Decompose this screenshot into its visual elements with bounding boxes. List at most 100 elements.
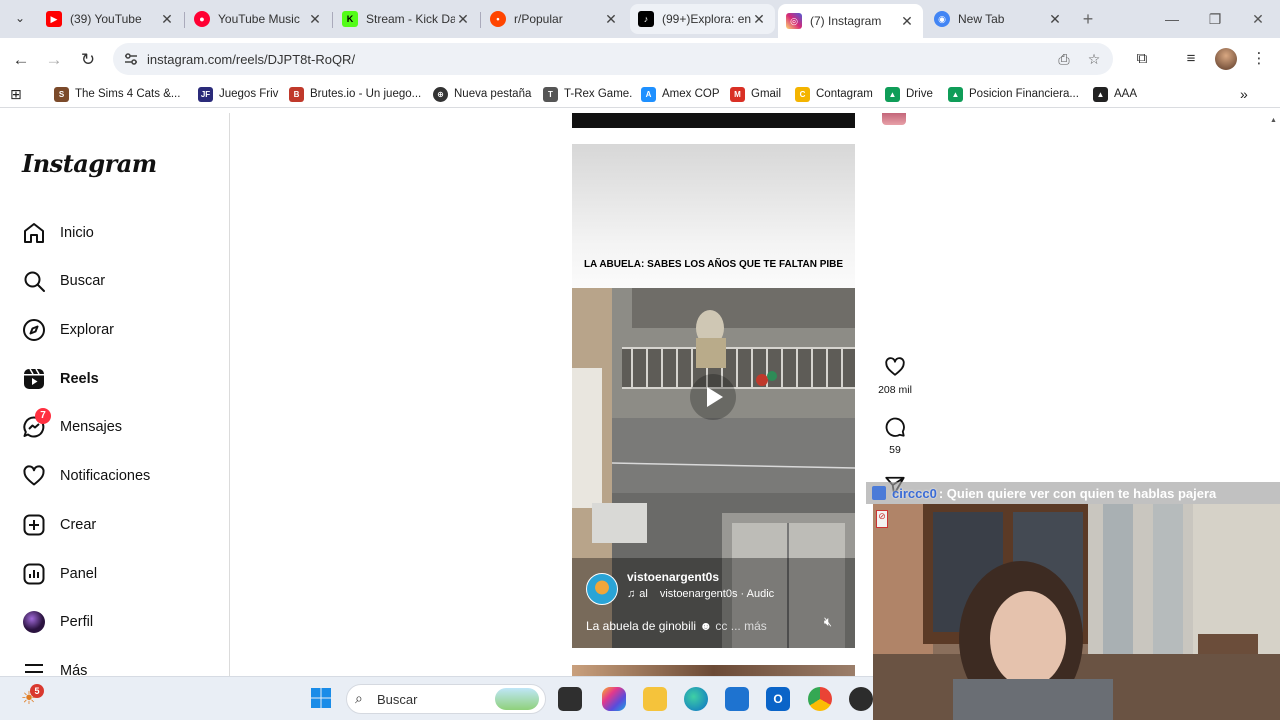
forward-arrow-icon[interactable]: →: [40, 46, 68, 74]
nav-messages[interactable]: 7 Mensajes: [22, 408, 122, 442]
new-tab-plus-icon[interactable]: +: [1074, 5, 1102, 33]
scrollbar-up-arrow-icon[interactable]: ▲: [1270, 117, 1278, 125]
close-tab-icon[interactable]: ✕: [455, 11, 471, 27]
close-tab-icon[interactable]: ✕: [307, 11, 323, 27]
copilot-icon[interactable]: [602, 687, 626, 711]
bookmark-gmail[interactable]: M Gmail: [730, 85, 781, 103]
close-tab-icon[interactable]: ✕: [603, 11, 619, 27]
address-bar[interactable]: instagram.com/reels/DJPT8t-RoQR/ ⎙ ☆: [113, 43, 1113, 75]
bookmark-label: Drive: [906, 88, 933, 100]
tab-tiktok[interactable]: ♪ (99+)Explora: en ✕: [630, 4, 775, 34]
creator-avatar[interactable]: [586, 573, 618, 605]
extensions-puzzle-icon[interactable]: ⧉: [1131, 48, 1153, 70]
bookmark-brutes[interactable]: B Brutes.io - Un juego...: [289, 85, 421, 103]
play-button[interactable]: [690, 374, 736, 420]
nav-home[interactable]: Inicio: [22, 218, 94, 248]
unread-messages-badge: 7: [35, 408, 51, 424]
brutes-icon: B: [289, 86, 304, 102]
reload-icon[interactable]: ↻: [74, 46, 102, 74]
creator-username[interactable]: vistoenargent0s: [627, 570, 719, 584]
obs-icon[interactable]: [849, 687, 873, 711]
nav-explore[interactable]: Explorar: [22, 315, 114, 345]
muted-speaker-icon[interactable]: 🔇︎: [819, 613, 837, 631]
nav-label: Reels: [60, 371, 99, 387]
audio-info[interactable]: ♫ al vistoenargent0s · Audic: [627, 588, 774, 600]
nav-profile[interactable]: Perfil: [22, 607, 93, 637]
minimize-window-icon[interactable]: —: [1152, 6, 1192, 32]
profile-avatar: [23, 611, 45, 633]
more-menu-icon[interactable]: ⋮: [1248, 48, 1270, 70]
edge-browser-icon[interactable]: [684, 687, 708, 711]
bookmark-contagram[interactable]: C Contagram: [795, 85, 873, 103]
friv-icon: JF: [198, 86, 213, 102]
nav-create[interactable]: Crear: [22, 510, 96, 540]
apps-grid-icon[interactable]: ⊞: [10, 85, 22, 103]
site-settings-icon[interactable]: [123, 51, 139, 67]
nav-label: Perfil: [60, 614, 94, 630]
contagram-icon: C: [795, 86, 810, 102]
comment-button[interactable]: 59: [875, 416, 915, 456]
file-explorer-icon[interactable]: [643, 687, 667, 711]
nav-reels[interactable]: Reels: [22, 364, 99, 394]
install-app-icon[interactable]: ⎙: [1055, 50, 1073, 68]
play-icon: [707, 387, 723, 407]
nav-more[interactable]: Más: [22, 656, 87, 676]
nav-label: Explorar: [60, 322, 114, 338]
bookmark-aaa[interactable]: ▲ AAA: [1093, 85, 1137, 103]
more-bookmarks-chevron-icon[interactable]: »: [1240, 85, 1248, 103]
close-tab-icon[interactable]: ✕: [751, 11, 767, 27]
microsoft-store-icon[interactable]: [725, 687, 749, 711]
comment-count: 59: [889, 444, 901, 456]
reel-video[interactable]: vistoenargent0s ♫ al vistoenargent0s · A…: [572, 288, 855, 648]
weather-badge: 5: [30, 684, 44, 698]
profile-avatar[interactable]: [1215, 48, 1237, 70]
nav-label: Panel: [60, 566, 98, 582]
windows-start-icon[interactable]: [310, 687, 332, 709]
reel-overlay-text: LA ABUELA: SABES LOS AÑOS QUE TE FALTAN …: [583, 259, 844, 270]
tab-reddit[interactable]: • r/Popular ✕: [482, 4, 627, 34]
previous-reel[interactable]: [572, 113, 855, 128]
heart-icon: [885, 357, 905, 376]
bookmark-nueva-pestana[interactable]: ⊕ Nueva pestaña: [433, 85, 531, 103]
bookmark-star-icon[interactable]: ☆: [1085, 50, 1103, 68]
nav-notifications[interactable]: Notificaciones: [22, 461, 150, 491]
audio-name: vistoenargent0s · Audic: [659, 588, 775, 600]
bookmark-posicion-financiera[interactable]: ▲ Posicion Financiera...: [948, 85, 1079, 103]
wall-sign-icon: ⊘: [876, 510, 888, 528]
back-arrow-icon[interactable]: ←: [7, 46, 35, 74]
bookmark-friv[interactable]: JF Juegos Friv: [198, 85, 278, 103]
tab-title: (7) Instagram: [810, 14, 882, 28]
restore-window-icon[interactable]: ❐: [1195, 6, 1235, 32]
chrome-taskbar-icon[interactable]: [808, 687, 832, 711]
outlook-icon[interactable]: O: [766, 687, 790, 711]
instagram-logo[interactable]: Instagram: [22, 149, 157, 178]
close-window-icon[interactable]: ✕: [1238, 6, 1278, 32]
close-tab-icon[interactable]: ✕: [1047, 11, 1063, 27]
bookmark-drive[interactable]: ▲ Drive: [885, 85, 933, 103]
bookmark-amex[interactable]: A Amex COP: [641, 85, 720, 103]
tab-instagram[interactable]: ◎ (7) Instagram ✕: [778, 4, 923, 38]
tab-kick[interactable]: K Stream - Kick Da ✕: [334, 4, 479, 34]
bookmarks-bar: ⊞ S The Sims 4 Cats &... JF Juegos Friv BB…: [0, 80, 1280, 108]
tab-youtube[interactable]: ▶ (39) YouTube ✕: [38, 4, 183, 34]
tab-search-button[interactable]: ⌄: [6, 4, 34, 32]
close-tab-icon[interactable]: ✕: [899, 13, 915, 29]
emoji-icon: ☻: [699, 619, 713, 633]
like-button[interactable]: 208 mil: [875, 356, 915, 396]
next-reel[interactable]: [572, 665, 855, 676]
tab-youtube-music[interactable]: ● YouTube Music ✕: [186, 4, 331, 34]
bookmark-trex[interactable]: T T-Rex Game.: [543, 85, 632, 103]
tab-title: New Tab: [958, 12, 1005, 26]
media-control-icon[interactable]: ≡: [1180, 48, 1202, 70]
nav-dashboard[interactable]: Panel: [22, 559, 97, 589]
close-tab-icon[interactable]: ✕: [159, 11, 175, 27]
tab-new-tab[interactable]: ◉ New Tab ✕: [926, 4, 1071, 34]
tab-title: (99+)Explora: en: [662, 12, 751, 26]
task-view-icon[interactable]: [558, 687, 582, 711]
audio-thumbnail[interactable]: [882, 113, 906, 125]
taskbar-search-box[interactable]: ⌕ Buscar: [346, 684, 546, 714]
bookmark-sims[interactable]: S The Sims 4 Cats &...: [54, 85, 180, 103]
search-icon: ⌕: [355, 690, 363, 706]
caption-more-link[interactable]: cc ... más: [715, 619, 766, 633]
nav-search[interactable]: Buscar: [22, 266, 105, 296]
